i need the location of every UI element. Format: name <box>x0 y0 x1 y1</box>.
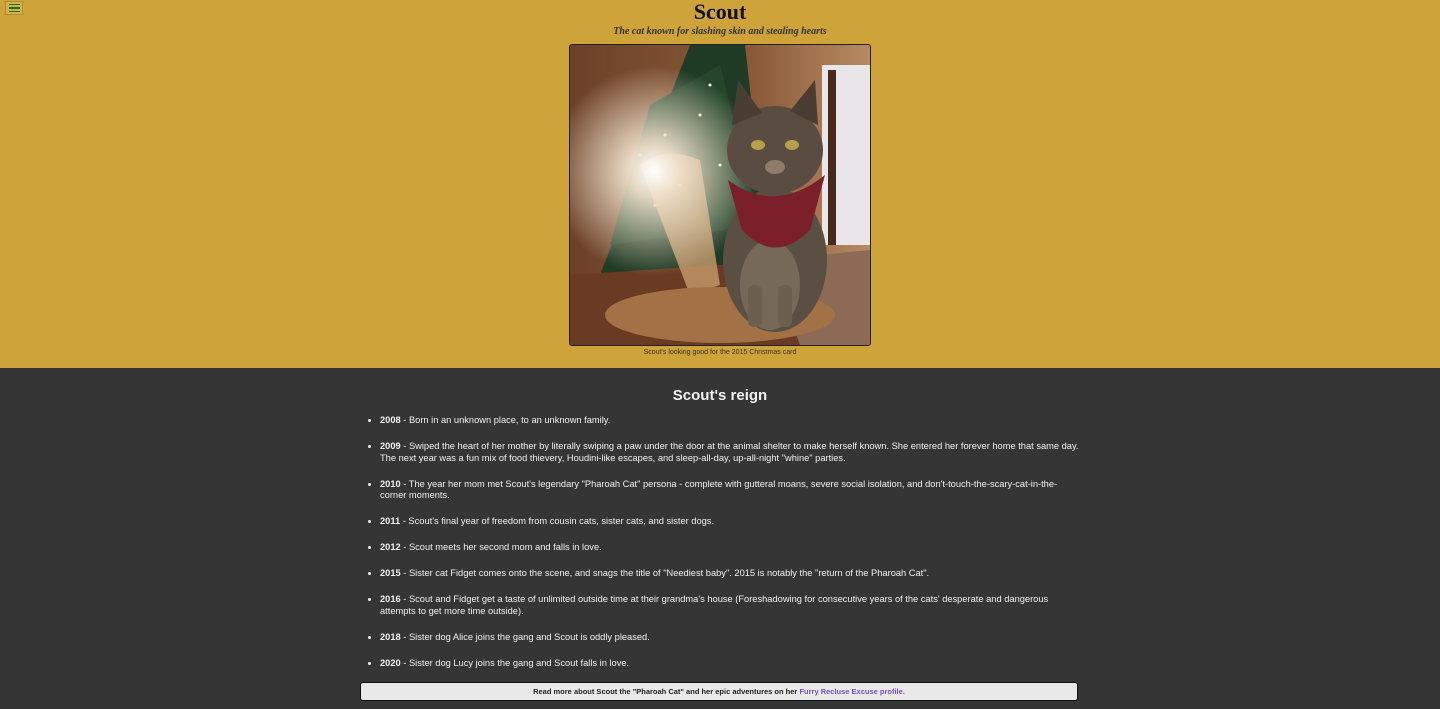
timeline-year: 2016 <box>380 594 401 604</box>
menu-bar <box>8 7 20 9</box>
hamburger-icon[interactable] <box>5 1 23 15</box>
header-section: Scout The cat known for slashing skin an… <box>0 0 1440 368</box>
timeline-text: - Scout meets her second mom and falls i… <box>400 542 602 552</box>
page-title: Scout <box>693 0 747 24</box>
timeline-text: - Scout and Fidget get a taste of unlimi… <box>380 594 1049 616</box>
footer-text: Read more about Scout the "Pharoah Cat" … <box>533 686 800 696</box>
reign-heading: Scout's reign <box>672 387 768 404</box>
timeline-item: 2010 - The year her mom met Scout's lege… <box>380 479 1080 502</box>
page-subtitle: The cat known for slashing skin and stea… <box>613 26 827 37</box>
timeline-year: 2010 <box>380 478 401 489</box>
profile-link[interactable]: Furry Recluse Excuse profile. <box>799 687 904 696</box>
timeline-text: - Sister dog Alice joins the gang and Sc… <box>400 631 650 642</box>
menu-bar <box>8 10 20 12</box>
timeline-year: 2009 <box>380 441 401 451</box>
timeline-text: - Born in an unknown place, to an unknow… <box>400 415 611 425</box>
timeline-text: - Scout's final year of freedom from cou… <box>400 516 715 526</box>
timeline-item: 2015 - Sister cat Fidget comes onto the … <box>380 568 1080 580</box>
cat-photo-illustration <box>570 45 870 345</box>
timeline-item: 2011 - Scout's final year of freedom fro… <box>380 516 1080 528</box>
timeline-item: 2016 - Scout and Fidget get a taste of u… <box>380 594 1080 617</box>
timeline-year: 2015 <box>380 568 401 578</box>
timeline-text: - Sister cat Fidget comes onto the scene… <box>400 568 930 578</box>
menu-bar <box>8 4 20 6</box>
timeline-text: - The year her mom met Scout's legendary… <box>380 478 1058 501</box>
timeline-item: 2018 - Sister dog Alice joins the gang a… <box>380 632 1080 644</box>
timeline-year: 2008 <box>380 415 401 425</box>
timeline-list: 2008 - Born in an unknown place, to an u… <box>360 415 1080 669</box>
cat-photo <box>569 44 871 346</box>
timeline-year: 2018 <box>380 631 401 642</box>
timeline-text: - Swiped the heart of her mother by lite… <box>380 441 1079 463</box>
timeline-year: 2020 <box>380 657 401 668</box>
photo-caption: Scout's looking good for the 2015 Christ… <box>643 349 797 356</box>
timeline-item: 2009 - Swiped the heart of her mother by… <box>380 441 1080 464</box>
profile-footer-box: Read more about Scout the "Pharoah Cat" … <box>360 681 1078 701</box>
timeline-year: 2012 <box>380 542 401 552</box>
timeline-item: 2008 - Born in an unknown place, to an u… <box>380 415 1080 427</box>
timeline-text: - Sister dog Lucy joins the gang and Sco… <box>400 657 630 668</box>
timeline-item: 2012 - Scout meets her second mom and fa… <box>380 542 1080 554</box>
reign-section: Scout's reign 2008 - Born in an unknown … <box>360 368 1080 701</box>
timeline-item: 2020 - Sister dog Lucy joins the gang an… <box>380 658 1080 670</box>
timeline-year: 2011 <box>380 516 401 526</box>
